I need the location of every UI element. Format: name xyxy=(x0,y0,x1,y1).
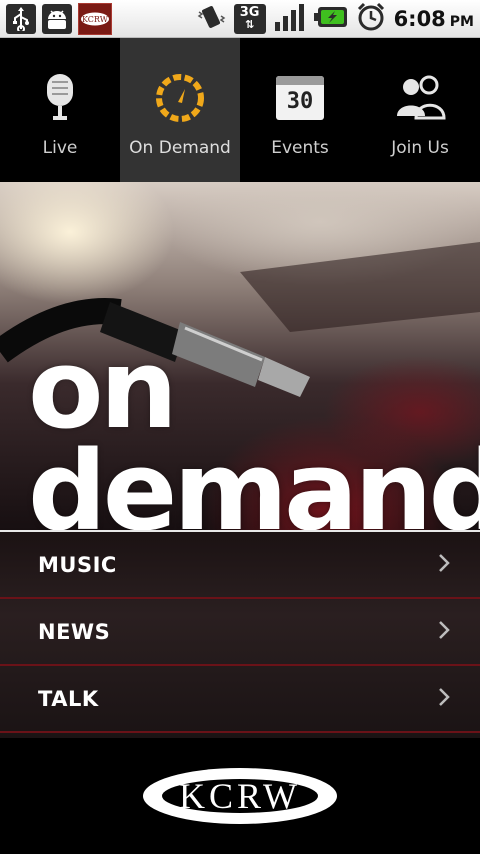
category-list: MUSIC NEWS TALK xyxy=(0,530,480,740)
ampm-text: PM xyxy=(449,13,474,30)
hero-title-line2: demand xyxy=(28,427,480,530)
menu-item-music-label: MUSIC xyxy=(38,552,117,577)
tab-events-label: Events xyxy=(271,138,329,158)
kcrw-notification-text: KCRW xyxy=(82,15,109,24)
chevron-right-icon xyxy=(438,553,450,577)
signal-icon xyxy=(274,2,306,36)
people-icon xyxy=(394,66,446,130)
tab-on-demand-label: On Demand xyxy=(129,138,231,158)
menu-item-news[interactable]: NEWS xyxy=(0,599,480,666)
calendar-day: 30 xyxy=(286,89,314,114)
3g-data-icon: 3G ⇅ xyxy=(233,3,266,34)
tab-join-us-label: Join Us xyxy=(391,138,449,158)
alarm-clock-icon xyxy=(356,2,386,36)
notification-icons: KCRW xyxy=(6,2,112,35)
main-tab-bar: Live On Demand 30 Events Join Us xyxy=(0,38,480,182)
kcrw-logo-text: KCRW xyxy=(179,776,301,816)
android-debug-icon xyxy=(42,3,72,34)
tab-on-demand[interactable]: On Demand xyxy=(120,38,240,182)
kcrw-logo: KCRW xyxy=(143,768,337,824)
menu-item-news-label: NEWS xyxy=(38,619,111,644)
time-text: 6:08 xyxy=(393,6,446,31)
menu-item-talk[interactable]: TALK xyxy=(0,666,480,733)
chevron-right-icon xyxy=(438,620,450,644)
chevron-right-icon xyxy=(438,687,450,711)
calendar-icon: 30 xyxy=(276,66,324,130)
status-time: 6:08 PM xyxy=(394,7,474,31)
footer: KCRW xyxy=(0,738,480,854)
microphone-icon xyxy=(42,66,78,130)
tab-join-us[interactable]: Join Us xyxy=(360,38,480,182)
status-bar: KCRW 3G ⇅ 6:08 PM xyxy=(0,0,480,38)
network-type: 3G xyxy=(239,4,260,20)
tab-live[interactable]: Live xyxy=(0,38,120,182)
menu-item-music[interactable]: MUSIC xyxy=(0,532,480,599)
menu-item-talk-label: TALK xyxy=(38,686,99,711)
kcrw-notification-icon: KCRW xyxy=(78,2,112,35)
hero-banner: on demand xyxy=(0,182,480,530)
battery-charging-icon xyxy=(313,5,348,33)
usb-icon xyxy=(6,3,36,34)
tab-live-label: Live xyxy=(42,138,78,158)
vibrate-icon xyxy=(196,2,226,36)
tab-events[interactable]: 30 Events xyxy=(240,38,360,182)
dial-icon xyxy=(154,66,206,130)
